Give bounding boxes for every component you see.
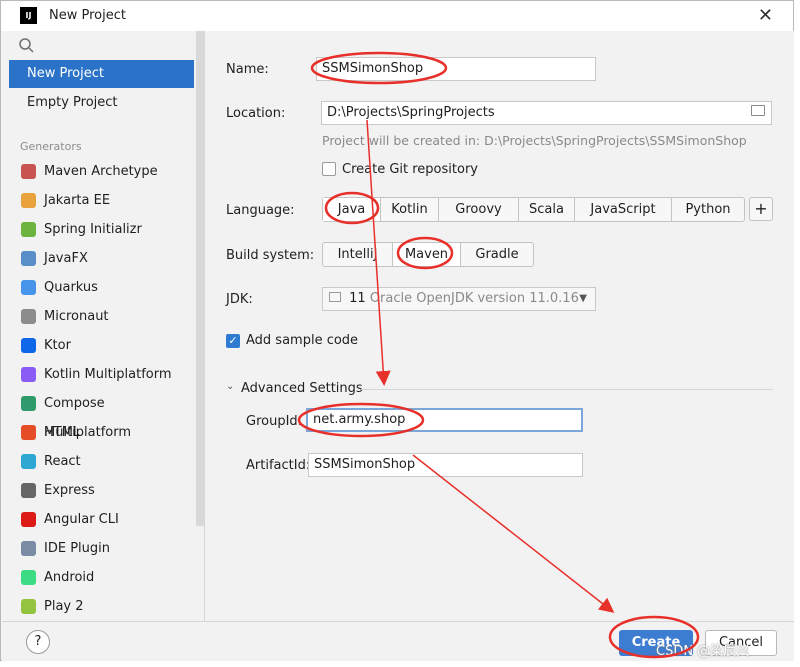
window-title: New Project <box>49 8 126 23</box>
generator-label: Micronaut <box>44 309 109 324</box>
generator-label: Express <box>44 483 95 498</box>
artifactid-input[interactable]: SSMSimonShop <box>308 453 583 477</box>
lang-groovy[interactable]: Groovy <box>439 198 519 221</box>
generator-label: Spring Initializr <box>44 222 142 237</box>
git-checkbox[interactable] <box>322 162 336 176</box>
maven-icon <box>21 164 36 179</box>
sidebar-scrollbar[interactable] <box>196 31 204 526</box>
lang-kotlin[interactable]: Kotlin <box>381 198 439 221</box>
intellij-logo-icon: IJ <box>20 7 37 24</box>
new-project-dialog: IJ New Project ✕ New Project Empty Proje… <box>0 0 794 661</box>
build-system-selector: IntelliJ Maven Gradle <box>322 242 534 267</box>
title-bar: IJ New Project ✕ <box>1 1 793 31</box>
html5-icon <box>21 425 36 440</box>
csdn-watermark: CSDN @梁辰兴 <box>656 644 750 659</box>
android-icon <box>21 570 36 585</box>
build-system-label: Build system: <box>226 248 315 263</box>
git-label: Create Git repository <box>342 162 478 177</box>
jdk-name: Oracle OpenJDK version 11.0.16 <box>369 291 579 306</box>
help-button[interactable]: ? <box>26 630 50 654</box>
location-hint: Project will be created in: D:\Projects\… <box>322 133 747 148</box>
generator-label: React <box>44 454 81 469</box>
spring-icon <box>21 222 36 237</box>
search-icon[interactable] <box>18 37 36 55</box>
generators-header: Generators <box>20 140 82 153</box>
location-value: D:\Projects\SpringProjects <box>327 105 495 120</box>
name-label: Name: <box>226 62 269 77</box>
artifactid-label: ArtifactId: <box>246 458 311 473</box>
jdk-folder-icon <box>329 292 341 302</box>
chevron-down-icon[interactable]: ⌄ <box>226 381 234 392</box>
build-gradle[interactable]: Gradle <box>461 243 533 266</box>
generator-item[interactable]: HTML <box>9 418 194 447</box>
play-icon <box>21 599 36 614</box>
generator-label: Ktor <box>44 338 71 353</box>
generator-item[interactable]: Spring Initializr <box>9 215 194 244</box>
sidebar-item-new-project[interactable]: New Project <box>9 60 194 88</box>
javafx-icon <box>21 251 36 266</box>
jakarta-icon <box>21 193 36 208</box>
build-maven[interactable]: Maven <box>393 243 461 266</box>
generator-item[interactable]: Angular CLI <box>9 505 194 534</box>
close-icon[interactable]: ✕ <box>758 5 773 26</box>
generator-label: Maven Archetype <box>44 164 158 179</box>
jdk-version: 11 <box>349 291 366 306</box>
main-form: Name: SSMSimonShop Location: D:\Projects… <box>206 31 794 621</box>
compose-icon <box>21 396 36 411</box>
sidebar-item-empty-project[interactable]: Empty Project <box>9 89 194 117</box>
generator-item[interactable]: Play 2 <box>9 592 194 621</box>
sample-code-checkbox[interactable]: ✓ <box>226 334 240 348</box>
kotlin-icon <box>21 367 36 382</box>
ktor-icon <box>21 338 36 353</box>
groupid-label: GroupId: <box>246 414 303 429</box>
lang-java[interactable]: Java <box>323 198 381 221</box>
language-label: Language: <box>226 203 295 218</box>
generator-item[interactable]: React <box>9 447 194 476</box>
location-input[interactable]: D:\Projects\SpringProjects <box>321 101 772 125</box>
generator-label: HTML <box>44 425 81 440</box>
express-icon <box>21 483 36 498</box>
generator-item[interactable]: Micronaut <box>9 302 194 331</box>
groupid-input[interactable]: net.army.shop <box>306 408 583 432</box>
quarkus-icon <box>21 280 36 295</box>
plugin-icon <box>21 541 36 556</box>
generator-label: IDE Plugin <box>44 541 110 556</box>
generator-item[interactable]: JavaFX <box>9 244 194 273</box>
generator-label: JavaFX <box>44 251 88 266</box>
generator-item[interactable]: Quarkus <box>9 273 194 302</box>
advanced-settings-toggle[interactable]: Advanced Settings <box>241 381 363 396</box>
lang-javascript[interactable]: JavaScript <box>575 198 672 221</box>
generator-label: Quarkus <box>44 280 98 295</box>
generator-label: Kotlin Multiplatform <box>44 367 172 382</box>
location-label: Location: <box>226 106 286 121</box>
generator-label: Android <box>44 570 95 585</box>
generator-item[interactable]: IDE Plugin <box>9 534 194 563</box>
advanced-separator <box>361 389 773 390</box>
generator-item[interactable]: Kotlin Multiplatform <box>9 360 194 389</box>
lang-python[interactable]: Python <box>672 198 744 221</box>
generator-item[interactable]: Maven Archetype <box>9 157 194 186</box>
generator-item[interactable]: Compose Multiplatform <box>9 389 194 440</box>
generator-item[interactable]: Android <box>9 563 194 592</box>
folder-icon[interactable] <box>751 105 765 116</box>
jdk-label: JDK: <box>226 292 253 307</box>
generator-item[interactable]: Express <box>9 476 194 505</box>
angular-icon <box>21 512 36 527</box>
chevron-down-icon: ▼ <box>579 293 587 304</box>
name-input[interactable]: SSMSimonShop <box>316 57 596 81</box>
lang-scala[interactable]: Scala <box>519 198 575 221</box>
sidebar: New Project Empty Project Generators Mav… <box>2 31 205 621</box>
jdk-dropdown[interactable]: 11 Oracle OpenJDK version 11.0.16 ▼ <box>322 287 596 311</box>
sample-code-label: Add sample code <box>246 333 359 348</box>
build-intellij[interactable]: IntelliJ <box>323 243 393 266</box>
generator-label: Angular CLI <box>44 512 119 527</box>
generator-label: Play 2 <box>44 599 84 614</box>
generator-item[interactable]: Jakarta EE <box>9 186 194 215</box>
micronaut-icon <box>21 309 36 324</box>
generator-label: Jakarta EE <box>44 193 111 208</box>
generator-item[interactable]: Ktor <box>9 331 194 360</box>
language-selector: Java Kotlin Groovy Scala JavaScript Pyth… <box>322 197 745 222</box>
react-icon <box>21 454 36 469</box>
add-language-button[interactable]: + <box>749 197 773 221</box>
